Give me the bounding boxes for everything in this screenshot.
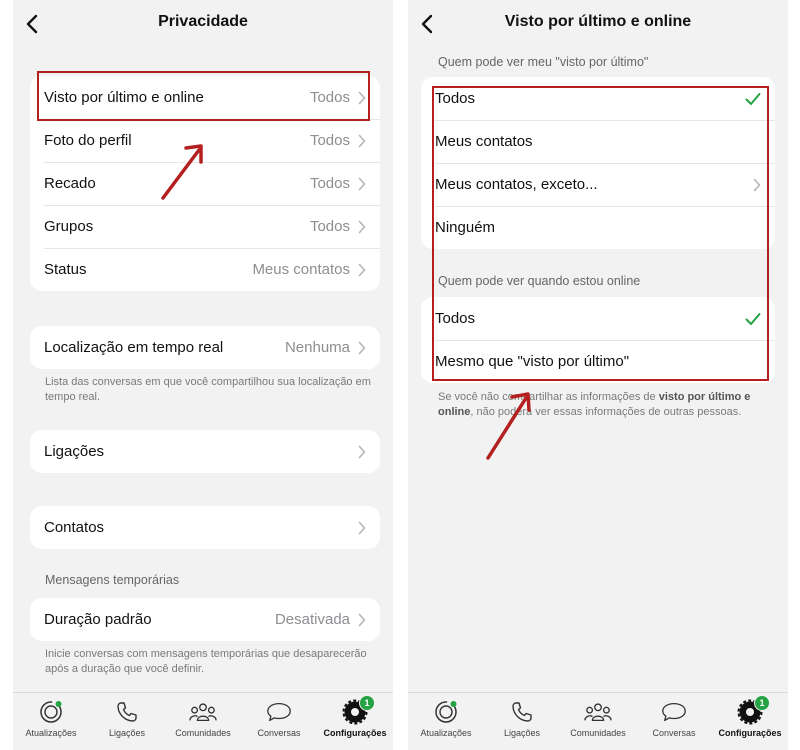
row-value: Todos [309, 175, 350, 192]
header: Visto por último e online [408, 0, 788, 48]
tab-label: Comunidades [570, 728, 626, 738]
phone-icon [113, 699, 141, 725]
tab-bar: Atualizações Ligações Comunidades Conver… [408, 692, 788, 750]
notification-badge: 1 [359, 695, 375, 711]
row-label: Ligações [44, 443, 105, 460]
row-calls[interactable]: Ligações [30, 430, 380, 473]
updates-icon [37, 699, 65, 725]
tab-chats[interactable]: Conversas [636, 693, 712, 750]
tab-settings[interactable]: 1 Configurações [712, 693, 788, 750]
tab-label: Conversas [257, 728, 301, 738]
duration-card: Duração padrão Desativada [30, 598, 380, 641]
chevron-right-icon [358, 134, 366, 147]
row-label: Grupos [44, 218, 94, 235]
tab-label: Configurações [718, 728, 782, 738]
row-value: Meus contatos [252, 261, 350, 278]
tab-label: Ligações [108, 728, 146, 738]
row-groups[interactable]: Grupos Todos [30, 205, 380, 248]
chevron-right-icon [358, 220, 366, 233]
tab-label: Atualizações [25, 728, 77, 738]
tab-bar: Atualizações Ligações Comunidades Conver… [13, 692, 393, 750]
row-status[interactable]: Status Meus contatos [30, 248, 380, 291]
last-seen-section-title: Quem pode ver meu "visto por último" [438, 55, 649, 69]
row-value: Todos [309, 218, 350, 235]
chat-bubble-icon [660, 699, 688, 725]
tab-calls[interactable]: Ligações [89, 693, 165, 750]
updates-icon [432, 699, 460, 725]
chevron-right-icon [358, 521, 366, 534]
row-value: Desativada [274, 611, 350, 628]
page-title: Visto por último e online [504, 13, 692, 30]
tab-chats[interactable]: Conversas [241, 693, 317, 750]
tab-updates[interactable]: Atualizações [13, 693, 89, 750]
notification-badge: 1 [754, 695, 770, 711]
tab-calls[interactable]: Ligações [484, 693, 560, 750]
location-card: Localização em tempo real Nenhuma [30, 326, 380, 369]
tab-label: Ligações [503, 728, 541, 738]
row-contacts[interactable]: Contatos [30, 506, 380, 549]
row-value: Todos [309, 132, 350, 149]
row-label: Localização em tempo real [44, 339, 224, 356]
tab-label: Configurações [323, 728, 387, 738]
row-label: Duração padrão [44, 611, 152, 628]
temp-messages-section-title: Mensagens temporárias [45, 573, 180, 587]
location-note: Lista das conversas em que você comparti… [45, 376, 371, 403]
arrow-icon [486, 392, 531, 460]
arrow-icon [161, 144, 203, 200]
row-label: Status [44, 261, 87, 278]
row-label: Contatos [44, 519, 105, 536]
communities-icon [584, 699, 612, 725]
phone-icon [508, 699, 536, 725]
gear-icon: 1 [341, 695, 375, 725]
row-value: Nenhuma [284, 339, 350, 356]
tab-label: Conversas [652, 728, 696, 738]
row-live-location[interactable]: Localização em tempo real Nenhuma [30, 326, 380, 369]
chevron-right-icon [358, 177, 366, 190]
tab-label: Atualizações [420, 728, 472, 738]
gear-icon: 1 [736, 695, 770, 725]
page-title: Privacidade [158, 13, 248, 30]
note-text: Se você não compartilhar as informações … [438, 391, 659, 403]
contacts-card: Contatos [30, 506, 380, 549]
highlight-box-options [432, 86, 769, 381]
header: Privacidade [13, 0, 393, 48]
row-default-duration[interactable]: Duração padrão Desativada [30, 598, 380, 641]
communities-icon [189, 699, 217, 725]
chevron-right-icon [358, 263, 366, 276]
tab-settings[interactable]: 1 Configurações [317, 693, 393, 750]
chevron-right-icon [358, 613, 366, 626]
tab-updates[interactable]: Atualizações [408, 693, 484, 750]
tab-label: Comunidades [175, 728, 231, 738]
calls-card: Ligações [30, 430, 380, 473]
chat-bubble-icon [265, 699, 293, 725]
chevron-right-icon [358, 445, 366, 458]
highlight-box-last-seen-row [37, 71, 370, 121]
chevron-right-icon [358, 341, 366, 354]
duration-note: Inicie conversas com mensagens temporári… [45, 648, 367, 675]
tab-communities[interactable]: Comunidades [560, 693, 636, 750]
tab-communities[interactable]: Comunidades [165, 693, 241, 750]
